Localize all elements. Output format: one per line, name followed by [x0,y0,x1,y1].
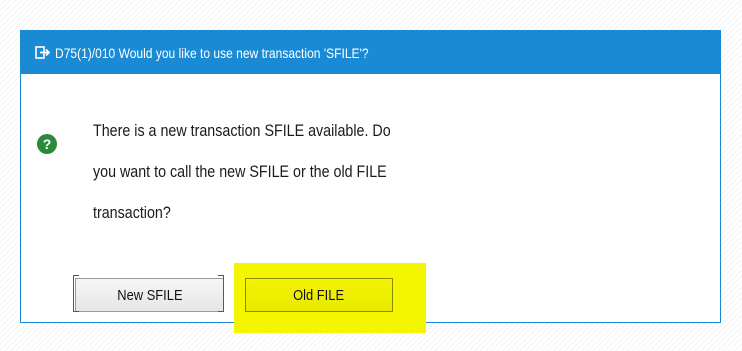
dialog-titlebar[interactable]: D75(1)/010 Would you like to use new tra… [21,31,720,74]
transaction-arrow-icon [34,46,52,60]
dialog-title: D75(1)/010 Would you like to use new tra… [55,44,369,61]
old-file-button[interactable]: Old FILE [245,278,393,312]
new-sfile-label: New SFILE [116,286,183,304]
message-line: transaction? [93,203,171,222]
old-file-label: Old FILE [293,286,345,304]
question-glyph: ? [42,136,52,152]
focus-bracket-left [73,275,79,312]
message-line: you want to call the new SFILE or the ol… [93,162,387,181]
dialog-message: There is a new transaction SFILE availab… [93,110,513,233]
focus-bracket-right [218,275,224,312]
question-mark-icon: ? [37,134,57,154]
new-sfile-button[interactable]: New SFILE [75,278,224,312]
message-line: There is a new transaction SFILE availab… [93,121,391,140]
